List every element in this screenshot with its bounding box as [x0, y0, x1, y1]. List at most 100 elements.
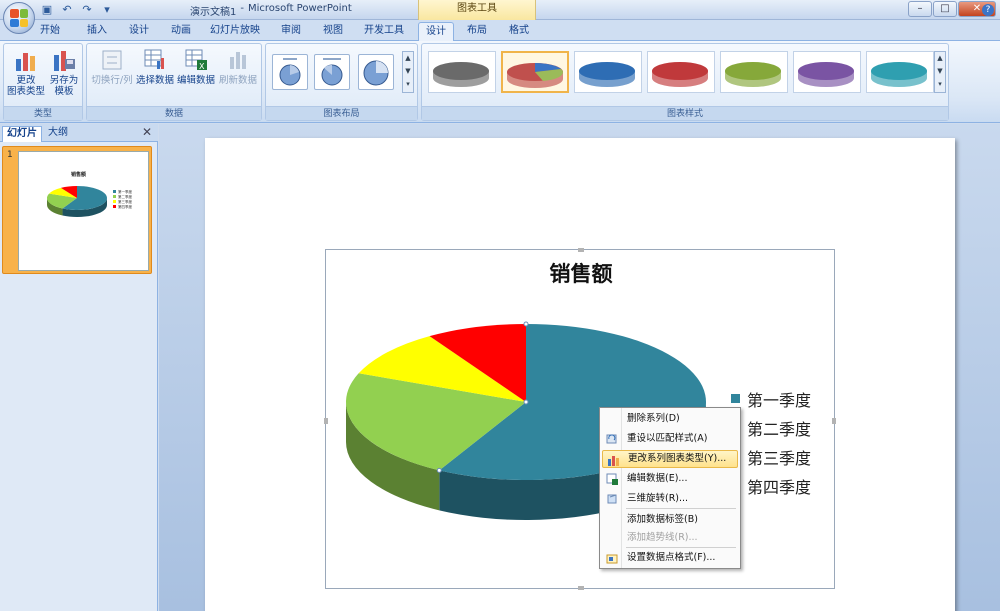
change-chart-type-button[interactable]: 更改 图表类型	[7, 47, 45, 97]
help-icon[interactable]: ?	[982, 4, 994, 16]
resize-handle-right[interactable]	[832, 418, 836, 424]
selection-handle-2[interactable]	[523, 321, 529, 327]
chart-style-4[interactable]	[647, 51, 715, 93]
menu-item-2[interactable]: 重设以匹配样式(A)	[602, 430, 738, 448]
tab-1[interactable]: 开始	[30, 22, 70, 41]
tab-slides[interactable]: 幻灯片	[2, 126, 42, 142]
menu-item-label: 删除系列(D)	[627, 413, 680, 424]
thumbnail-chart-title: 销售额	[71, 171, 87, 178]
maximize-button[interactable]: □	[933, 1, 957, 17]
office-button[interactable]	[3, 2, 35, 34]
menu-item-5[interactable]: 三维旋转(R)...	[602, 490, 738, 508]
legend-item-2[interactable]: 第二季度	[731, 413, 811, 442]
chart-type-icon	[608, 456, 619, 466]
select-data-button[interactable]: 选择数据	[135, 47, 175, 86]
pie-layout-icon	[279, 58, 301, 86]
thumbnail-legend-label: 第二季度	[118, 194, 132, 199]
group-chart-layout: ▲ ▼ ▾ 图表布局	[265, 43, 418, 121]
chart-layout-2[interactable]	[314, 54, 350, 90]
menu-item-label: 编辑数据(E)...	[627, 473, 688, 484]
chart-style-3[interactable]	[574, 51, 642, 93]
legend-label: 第三季度	[747, 448, 812, 468]
chart-style-scroll[interactable]: ▲ ▼ ▾	[934, 51, 946, 93]
switch-row-column-button[interactable]: 切换行/列	[90, 47, 134, 86]
edit-data-button[interactable]: X 编辑数据	[176, 47, 216, 86]
tab-4[interactable]: 动画	[162, 22, 200, 41]
group-chart-layout-label: 图表布局	[266, 106, 417, 120]
pie-style-preview-icon	[871, 62, 927, 87]
menu-item-8[interactable]: 设置数据点格式(F)...	[602, 549, 738, 567]
chart-object[interactable]: 销售额 第一季度 第二季度 第三季度 第四季度	[324, 248, 836, 590]
menu-item-6[interactable]: 添加数据标签(B)	[602, 511, 738, 529]
chart-style-2[interactable]	[501, 51, 569, 93]
pie-layout-icon	[363, 60, 389, 86]
thumbnail-legend-label: 第三季度	[118, 199, 132, 204]
save-as-template-button[interactable]: 另存为 模板	[46, 47, 82, 97]
chart-style-1[interactable]	[428, 51, 496, 93]
svg-text:X: X	[199, 62, 205, 71]
close-icon[interactable]: ✕	[142, 125, 152, 139]
minimize-button[interactable]: –	[908, 1, 932, 17]
chart-style-7[interactable]	[866, 51, 934, 93]
title-separator: -	[240, 3, 244, 14]
legend-item-3[interactable]: 第三季度	[731, 442, 811, 471]
chart-style-5[interactable]	[720, 51, 788, 93]
save-template-icon	[54, 51, 75, 71]
menu-item-label: 添加趋势线(R)...	[627, 532, 698, 543]
redo-icon[interactable]: ↷	[80, 3, 94, 17]
tab-5[interactable]: 幻灯片放映	[204, 22, 266, 41]
save-icon[interactable]: ▣	[40, 3, 54, 17]
thumbnail-legend-swatch	[113, 195, 116, 198]
chart-layout-3[interactable]	[358, 54, 394, 90]
group-type-label: 类型	[4, 106, 82, 120]
tab-2[interactable]: 插入	[78, 22, 116, 41]
customize-toolbar-icon[interactable]: ▾	[100, 3, 114, 17]
group-chart-styles: ▲ ▼ ▾ 图表样式	[421, 43, 949, 121]
panel-tabs: 幻灯片 大纲 ✕	[0, 124, 158, 142]
menu-item-4[interactable]: 编辑数据(E)...	[602, 470, 738, 488]
chart-layout-scroll[interactable]: ▲ ▼ ▾	[402, 51, 414, 93]
slide-thumbnail-item[interactable]: 1 销售额 第一季度 第二季度 第三季度 第四季度	[2, 146, 152, 274]
switch-row-column-icon	[102, 50, 122, 70]
legend-label: 第一季度	[747, 390, 812, 410]
legend-item-4[interactable]: 第四季度	[731, 471, 811, 500]
undo-icon[interactable]: ↶	[60, 3, 74, 17]
tab-3[interactable]: 设计	[120, 22, 158, 41]
menu-separator	[626, 547, 736, 548]
slide-thumbnail[interactable]: 销售额 第一季度 第二季度 第三季度 第四季度	[18, 151, 149, 271]
menu-item-3[interactable]: 更改系列图表类型(Y)...	[602, 450, 738, 468]
chart-type-icon	[16, 53, 35, 71]
format-icon	[606, 554, 618, 564]
menu-item-7[interactable]: 添加趋势线(R)...	[602, 529, 738, 547]
chart-tools-context-label: 图表工具	[418, 0, 536, 20]
chart-layout-1[interactable]	[272, 54, 308, 90]
menu-item-label: 添加数据标签(B)	[627, 514, 698, 525]
tab-11[interactable]: 格式	[500, 22, 538, 41]
slides-panel: 幻灯片 大纲 ✕ 1 销售额 第一季度 第二季度 第三季度 第四季度	[0, 124, 158, 611]
pie-layout-icon	[321, 58, 343, 86]
thumbnail-legend-label: 第一季度	[118, 189, 132, 194]
refresh-data-button[interactable]: 刷新数据	[217, 47, 259, 86]
slide-thumbnail-preview: 销售额第一季度第二季度第三季度第四季度	[47, 171, 132, 217]
menu-item-label: 更改系列图表类型(Y)...	[628, 453, 727, 464]
selection-handle-3[interactable]	[436, 467, 442, 473]
tab-7[interactable]: 视图	[314, 22, 352, 41]
edit-data-icon: X	[185, 49, 207, 71]
ribbon: 更改 图表类型 另存为 模板 类型 切换行/列 选择数据 X 编辑数据 刷新数据…	[0, 41, 1000, 123]
menu-item-1[interactable]: 删除系列(D)	[602, 410, 738, 428]
tab-6[interactable]: 审阅	[272, 22, 310, 41]
pie-style-preview-icon	[798, 62, 854, 87]
legend-item-1[interactable]: 第一季度	[731, 384, 811, 413]
pie-style-preview-icon	[507, 63, 564, 88]
tab-9[interactable]: 设计	[418, 22, 454, 41]
tab-10[interactable]: 布局	[458, 22, 496, 41]
tab-outline[interactable]: 大纲	[44, 126, 72, 142]
chart-legend[interactable]: 第一季度第二季度第三季度第四季度	[731, 384, 811, 500]
legend-label: 第四季度	[747, 477, 812, 497]
group-chart-styles-label: 图表样式	[422, 106, 948, 120]
chart-style-6[interactable]	[793, 51, 861, 93]
reset-icon	[606, 434, 617, 444]
slide-canvas[interactable]: 销售额 第一季度 第二季度 第三季度 第四季度	[205, 138, 955, 611]
selection-handle-1[interactable]	[523, 399, 529, 405]
tab-8[interactable]: 开发工具	[356, 22, 412, 41]
